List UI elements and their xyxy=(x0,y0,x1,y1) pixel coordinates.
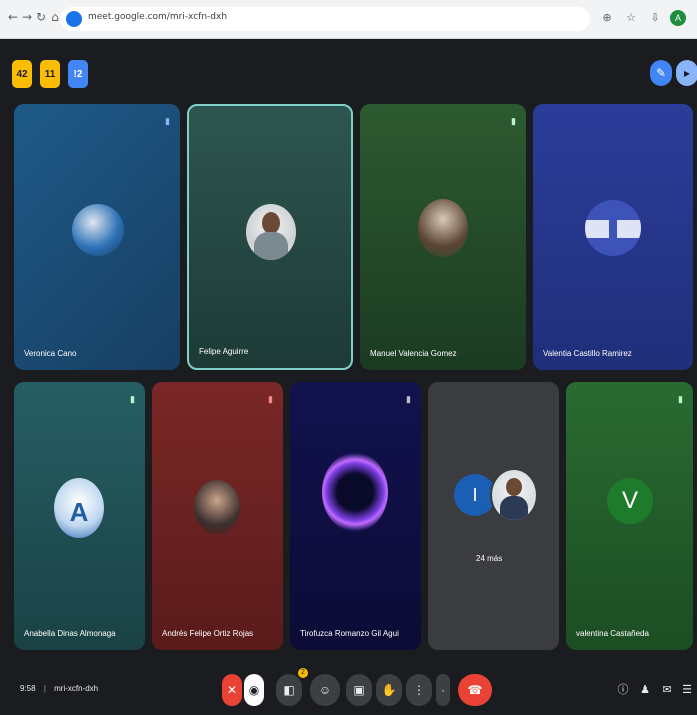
participant-tile[interactable]: ▮ A Anabella Dinas Almonaga xyxy=(14,382,145,650)
others-count: 24 más xyxy=(476,554,503,563)
activity-chips: 42 11 !2 xyxy=(12,60,88,88)
reload-icon[interactable]: ↻ xyxy=(34,10,48,24)
bookmark-icon[interactable]: ☆ xyxy=(624,11,638,25)
overflow-icon[interactable]: · xyxy=(436,674,450,706)
more-options-icon[interactable]: ⋮ xyxy=(406,674,432,706)
others-tile[interactable]: I 24 más xyxy=(428,382,559,650)
notification-badge: 2 xyxy=(298,668,308,678)
participant-avatar xyxy=(418,199,468,257)
zoom-icon[interactable]: ⊕ xyxy=(600,11,614,25)
info-icon[interactable]: ✎ xyxy=(650,60,672,86)
participant-name: Tirofuzca Romanzo Gil Agui xyxy=(300,629,399,638)
speaking-icon: ▮ xyxy=(678,394,683,404)
present-screen-icon[interactable]: ▣ xyxy=(346,674,372,706)
participant-avatar xyxy=(72,204,124,256)
participant-tile[interactable]: Valentia Castillo Ramirez xyxy=(533,104,693,370)
participant-name: Veronica Cano xyxy=(24,349,77,358)
participant-avatar xyxy=(585,200,641,256)
speaking-icon: ▮ xyxy=(511,116,516,126)
browser-toolbar: ← → ↻ ⌂ meet.google.com/mri-xcfn-dxh ⊕ ☆… xyxy=(0,0,697,39)
info-panel-icon[interactable]: ⓘ xyxy=(614,680,632,698)
emoji-reaction-icon[interactable]: ☺ xyxy=(310,674,340,706)
meeting-controls-bar: 9:58 | mri-xcfn-dxh ✕ ◉ ◧ 2 ☺ ▣ ✋ ⋮ · ☎ … xyxy=(0,660,697,715)
muted-icon: ▮ xyxy=(406,394,411,404)
address-bar[interactable]: meet.google.com/mri-xcfn-dxh xyxy=(60,7,590,31)
participant-tile[interactable]: ▮ Manuel Valencia Gomez xyxy=(360,104,526,370)
participant-name: Valentia Castillo Ramirez xyxy=(543,349,632,358)
participant-tile[interactable]: ▮ Veronica Cano xyxy=(14,104,180,370)
chat-panel-icon[interactable]: ✉ xyxy=(658,680,676,698)
speaking-icon: ▮ xyxy=(165,116,170,126)
participant-tile-active[interactable]: Felipe Aguirre xyxy=(187,104,353,370)
meeting-time: 9:58 xyxy=(20,684,36,693)
reactions-chip[interactable]: 11 xyxy=(40,60,60,88)
url-text: meet.google.com/mri-xcfn-dxh xyxy=(88,12,228,22)
download-icon[interactable]: ⇩ xyxy=(648,11,662,25)
raise-hand-icon[interactable]: ✋ xyxy=(376,674,402,706)
participant-tile[interactable]: ▮ V valentina Castañeda xyxy=(566,382,693,650)
participant-avatar xyxy=(490,468,538,522)
participant-avatar xyxy=(194,480,240,534)
profile-avatar[interactable]: A xyxy=(670,10,686,26)
mic-off-icon[interactable]: ✕ xyxy=(222,674,242,706)
participant-avatar xyxy=(246,204,296,260)
speaking-icon: ▮ xyxy=(130,394,135,404)
notifications-chip[interactable]: !2 xyxy=(68,60,88,88)
meeting-info: 9:58 | mri-xcfn-dxh xyxy=(20,684,99,693)
people-icon[interactable]: ♟ xyxy=(636,680,654,698)
camera-toggle-icon[interactable]: ◉ xyxy=(244,674,264,706)
forward-icon[interactable]: → xyxy=(20,10,34,24)
captions-icon[interactable]: ◧ xyxy=(276,674,302,706)
raised-hands-chip[interactable]: 42 xyxy=(12,60,32,88)
speaking-icon: ▮ xyxy=(268,394,273,404)
meeting-code: mri-xcfn-dxh xyxy=(54,684,99,693)
participant-tile[interactable]: ▮ Tirofuzca Romanzo Gil Agui xyxy=(290,382,421,650)
end-call-icon[interactable]: ☎ xyxy=(458,674,492,706)
participant-tile[interactable]: ▮ Andrés Felipe Ortiz Rojas xyxy=(152,382,283,650)
participant-initial: V xyxy=(607,478,653,524)
chat-icon[interactable]: ▸ xyxy=(676,60,697,86)
participant-name: valentina Castañeda xyxy=(576,629,649,638)
participant-name: Felipe Aguirre xyxy=(199,347,249,356)
site-info-icon[interactable] xyxy=(66,11,82,27)
participant-avatar: A xyxy=(54,478,104,538)
back-icon[interactable]: ← xyxy=(6,10,20,24)
participant-name: Andrés Felipe Ortiz Rojas xyxy=(162,629,254,638)
participant-name: Manuel Valencia Gomez xyxy=(370,349,457,358)
participant-avatar xyxy=(322,452,388,532)
activities-icon[interactable]: ☰ xyxy=(678,680,696,698)
participant-name: Anabella Dinas Almonaga xyxy=(24,629,116,638)
